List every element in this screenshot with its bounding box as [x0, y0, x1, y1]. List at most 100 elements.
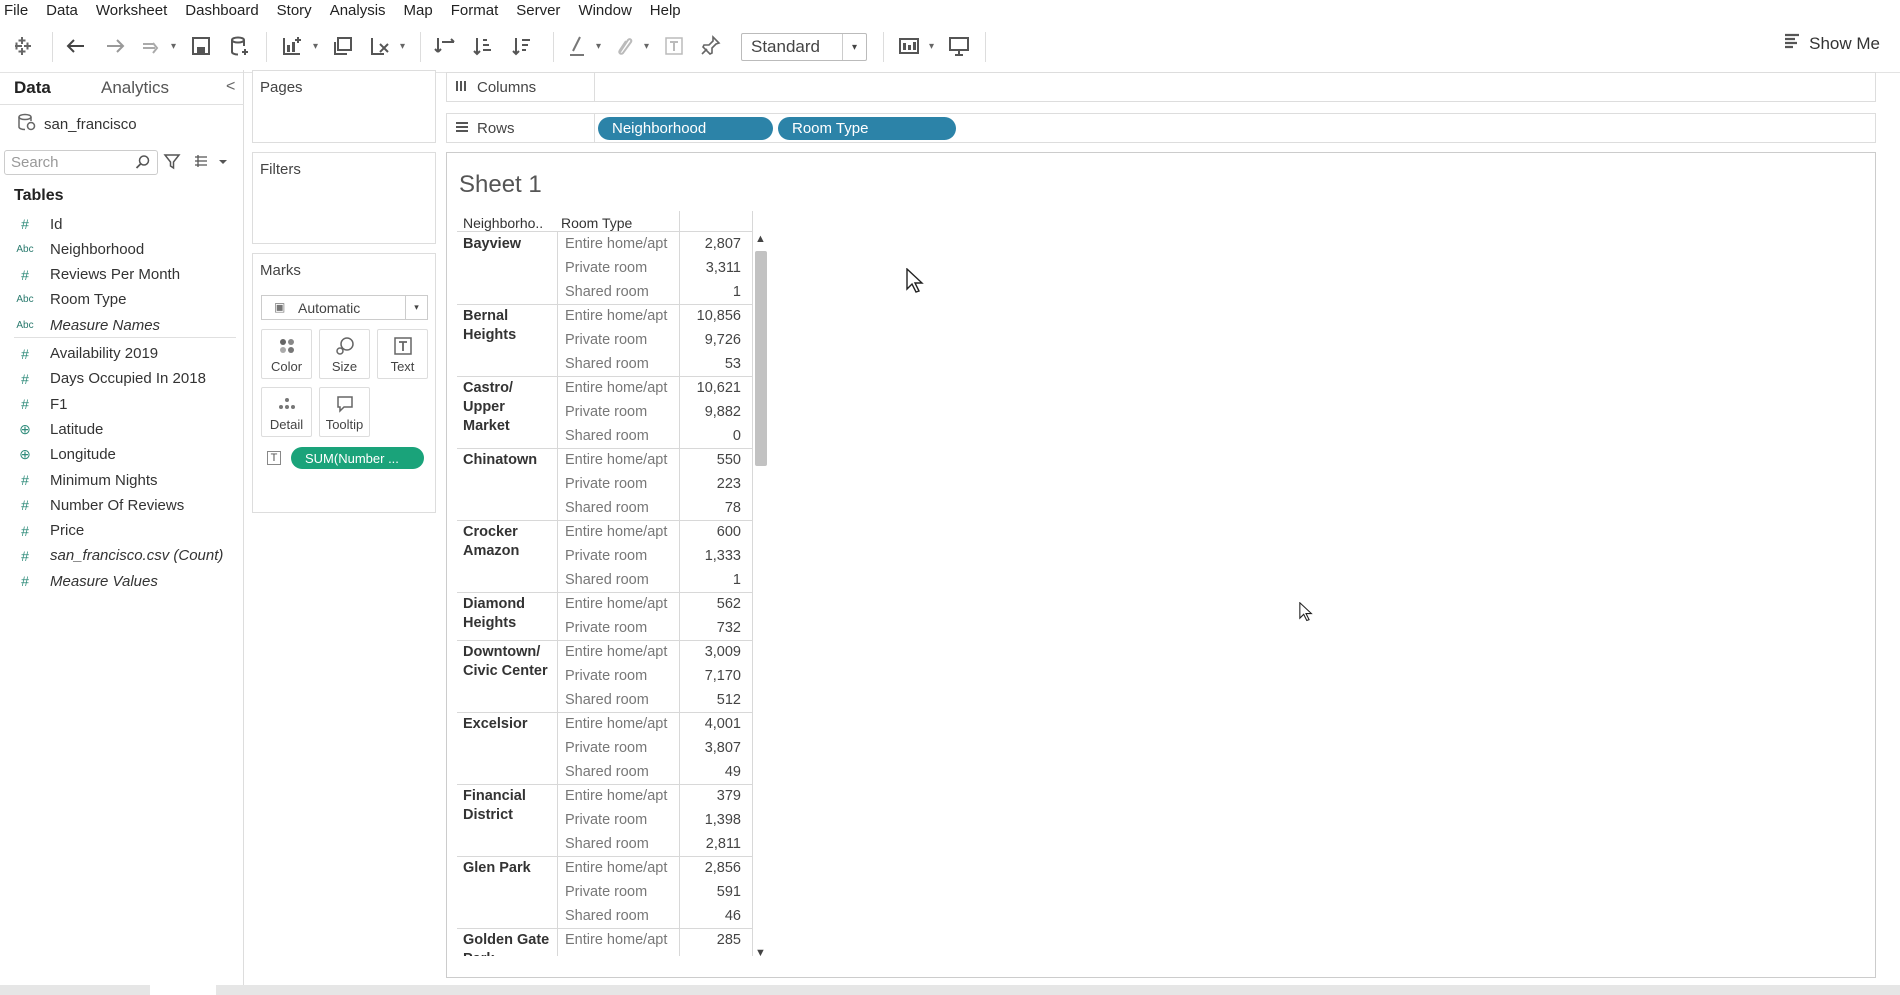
room-type-cell[interactable]: Private room: [561, 472, 681, 496]
room-type-cell[interactable]: Entire home/apt: [561, 784, 681, 808]
redo-icon[interactable]: [103, 30, 127, 62]
room-type-cell[interactable]: Entire home/apt: [561, 304, 681, 328]
value-cell[interactable]: 562: [679, 592, 747, 616]
rows-pill-room-type[interactable]: Room Type: [778, 117, 956, 140]
new-worksheet-icon[interactable]: [280, 30, 304, 62]
field-item[interactable]: Abc Neighborhood: [0, 239, 244, 259]
room-type-cell[interactable]: Entire home/apt: [561, 592, 681, 616]
room-type-cell[interactable]: Entire home/apt: [561, 232, 681, 256]
room-type-cell[interactable]: Shared room: [561, 424, 681, 448]
neighborhood-header-cell[interactable]: Bayview: [463, 235, 555, 254]
menu-file[interactable]: File: [4, 2, 28, 19]
field-item[interactable]: # Id: [0, 214, 244, 234]
save-icon[interactable]: [189, 30, 213, 62]
value-cell[interactable]: 49: [679, 760, 747, 784]
room-type-cell[interactable]: Private room: [561, 736, 681, 760]
neighborhood-header-cell[interactable]: Downtown/ Civic Center: [463, 643, 555, 681]
show-cards-icon[interactable]: [897, 30, 921, 62]
value-cell[interactable]: 155: [679, 952, 747, 956]
replay-icon[interactable]: [139, 30, 163, 62]
value-cell[interactable]: 732: [679, 616, 747, 640]
tab-analytics[interactable]: Analytics: [101, 78, 169, 98]
show-me-button[interactable]: Show Me: [1783, 32, 1880, 55]
scroll-up-icon[interactable]: ▲: [755, 233, 766, 245]
collapse-icon[interactable]: <: [226, 78, 235, 96]
value-cell[interactable]: 285: [679, 928, 747, 952]
clear-sheet-icon[interactable]: [368, 30, 392, 62]
search-input[interactable]: Search: [4, 150, 158, 175]
value-cell[interactable]: 78: [679, 496, 747, 520]
room-type-cell[interactable]: Shared room: [561, 904, 681, 928]
filters-card[interactable]: Filters: [252, 152, 436, 244]
menu-analysis[interactable]: Analysis: [330, 2, 386, 19]
scrollbar-thumb[interactable]: [755, 251, 767, 466]
room-type-cell[interactable]: Entire home/apt: [561, 376, 681, 400]
group-dropdown-icon[interactable]: ▾: [644, 30, 649, 62]
show-mark-labels-icon[interactable]: [662, 30, 686, 62]
duplicate-sheet-icon[interactable]: [331, 30, 355, 62]
mark-type-select[interactable]: ▣ Automatic ▾: [261, 295, 428, 320]
neighborhood-header-cell[interactable]: Glen Park: [463, 859, 555, 878]
field-item[interactable]: # Availability 2019: [0, 344, 244, 364]
columns-shelf[interactable]: Columns: [446, 72, 1876, 102]
show-cards-dropdown-icon[interactable]: ▾: [929, 30, 934, 62]
room-type-cell[interactable]: Entire home/apt: [561, 640, 681, 664]
neighborhood-header-cell[interactable]: Chinatown: [463, 451, 555, 470]
field-item[interactable]: ⊕ Latitude: [0, 419, 244, 439]
menu-window[interactable]: Window: [578, 2, 631, 19]
new-datasource-icon[interactable]: [227, 30, 251, 62]
sheet-title[interactable]: Sheet 1: [459, 171, 542, 199]
menu-dashboard[interactable]: Dashboard: [185, 2, 258, 19]
neighborhood-header-cell[interactable]: Excelsior: [463, 715, 555, 734]
field-item[interactable]: # Reviews Per Month: [0, 265, 244, 285]
fix-axes-icon[interactable]: [698, 30, 722, 62]
menu-server[interactable]: Server: [516, 2, 560, 19]
neighborhood-header-cell[interactable]: Financial District: [463, 787, 555, 825]
menu-format[interactable]: Format: [451, 2, 499, 19]
value-cell[interactable]: 2,811: [679, 832, 747, 856]
field-item[interactable]: Abc Measure Names: [0, 315, 244, 335]
room-type-cell[interactable]: Entire home/apt: [561, 712, 681, 736]
field-item[interactable]: # Measure Values: [0, 571, 244, 591]
value-cell[interactable]: 9,726: [679, 328, 747, 352]
value-cell[interactable]: 600: [679, 520, 747, 544]
vertical-scrollbar[interactable]: ▲ ▼: [752, 233, 768, 963]
room-type-cell[interactable]: Entire home/apt: [561, 928, 681, 952]
room-type-cell[interactable]: Private room: [561, 808, 681, 832]
tab-data[interactable]: Data: [14, 78, 51, 98]
tableau-logo-icon[interactable]: [10, 30, 34, 62]
room-type-cell[interactable]: Entire home/apt: [561, 448, 681, 472]
room-type-cell[interactable]: Private room: [561, 880, 681, 904]
presentation-mode-icon[interactable]: [947, 30, 971, 62]
menu-data[interactable]: Data: [46, 2, 78, 19]
measure-pill[interactable]: SUM(Number ...: [291, 447, 424, 469]
new-worksheet-dropdown-icon[interactable]: ▾: [313, 30, 318, 62]
text-button[interactable]: Text: [377, 329, 428, 379]
value-cell[interactable]: 4,001: [679, 712, 747, 736]
value-cell[interactable]: 379: [679, 784, 747, 808]
value-cell[interactable]: 9,882: [679, 400, 747, 424]
room-type-cell[interactable]: Private room: [561, 328, 681, 352]
header-room-type[interactable]: Room Type: [561, 211, 632, 231]
room-type-cell[interactable]: Shared room: [561, 832, 681, 856]
room-type-cell[interactable]: Private room: [561, 544, 681, 568]
menu-story[interactable]: Story: [277, 2, 312, 19]
field-item[interactable]: Abc Room Type: [0, 290, 244, 310]
value-cell[interactable]: 3,807: [679, 736, 747, 760]
room-type-cell[interactable]: Private room: [561, 952, 681, 956]
room-type-cell[interactable]: Private room: [561, 400, 681, 424]
value-cell[interactable]: 7,170: [679, 664, 747, 688]
datasource-item[interactable]: san_francisco: [16, 112, 137, 136]
neighborhood-header-cell[interactable]: Crocker Amazon: [463, 523, 555, 561]
value-cell[interactable]: 3,311: [679, 256, 747, 280]
field-item[interactable]: # Days Occupied In 2018: [0, 369, 244, 389]
scroll-down-icon[interactable]: ▼: [755, 947, 766, 959]
fit-select[interactable]: Standard ▾: [741, 33, 867, 61]
rows-shelf[interactable]: Rows Neighborhood Room Type: [446, 113, 1876, 143]
size-button[interactable]: Size: [319, 329, 370, 379]
undo-icon[interactable]: [64, 30, 88, 62]
color-button[interactable]: Color: [261, 329, 312, 379]
value-cell[interactable]: 3,009: [679, 640, 747, 664]
room-type-cell[interactable]: Shared room: [561, 568, 681, 592]
room-type-cell[interactable]: Shared room: [561, 760, 681, 784]
